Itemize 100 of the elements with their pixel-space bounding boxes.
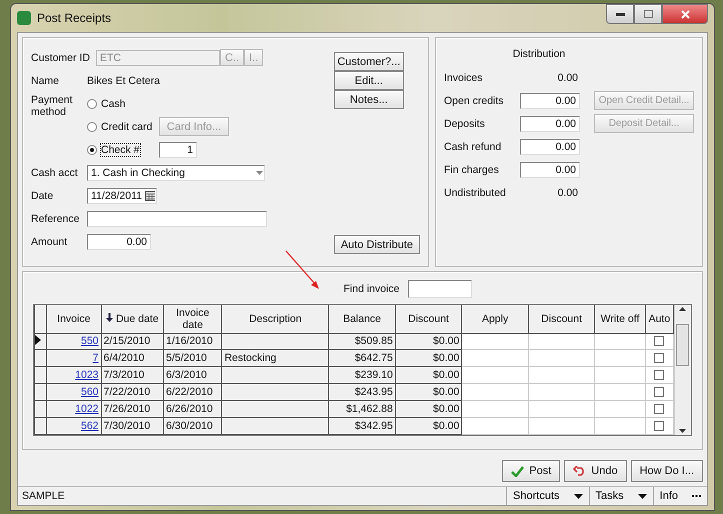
- date-field[interactable]: 11/28/2011: [87, 188, 157, 204]
- table-cell: $1,462.88: [328, 400, 396, 418]
- auto-checkbox[interactable]: [654, 387, 664, 398]
- table-cell: 7/22/2010: [101, 384, 164, 401]
- distribution-label: Open credits: [444, 94, 505, 106]
- distribution-field[interactable]: 0.00: [520, 116, 580, 132]
- invoice-link[interactable]: 1022: [75, 403, 99, 416]
- amount-field[interactable]: 0.00: [87, 234, 151, 250]
- status-menu[interactable]: Info: [652, 487, 707, 505]
- auto-checkbox[interactable]: [654, 370, 664, 380]
- column-header[interactable]: Invoice: [46, 305, 102, 333]
- row-indicator[interactable]: [34, 350, 47, 367]
- undo-arrow-icon: [573, 466, 586, 476]
- field-label: Payment method: [31, 94, 74, 118]
- sort-arrow-icon: [106, 312, 113, 322]
- table-cell: $239.10: [328, 366, 396, 384]
- payment-radio[interactable]: Cash: [87, 98, 159, 110]
- table-cell: 6/22/2010: [164, 384, 222, 401]
- field-label: Cash acct: [31, 166, 79, 178]
- close-button[interactable]: [662, 4, 708, 24]
- panel-title: Distribution: [512, 48, 566, 60]
- invoice-link[interactable]: 560: [80, 386, 99, 398]
- row-indicator[interactable]: [34, 418, 47, 434]
- column-header[interactable]: Write off: [594, 305, 646, 333]
- auto-checkbox[interactable]: [654, 353, 664, 364]
- distribution-field[interactable]: 0.00: [520, 162, 580, 178]
- column-header[interactable]: Invoice date: [164, 305, 222, 333]
- row-indicator[interactable]: [34, 366, 47, 384]
- auto-checkbox[interactable]: [654, 421, 664, 432]
- dropdown-arrow-icon: [256, 170, 263, 174]
- table-cell: 1/16/2010: [164, 333, 222, 350]
- row-indicator[interactable]: [34, 384, 47, 401]
- customer-action-button[interactable]: Notes...: [334, 90, 404, 109]
- action-button[interactable]: Post: [502, 460, 560, 482]
- current-row-icon: [36, 334, 41, 345]
- checkmark-icon: [511, 466, 524, 476]
- status-menu[interactable]: Shortcuts: [506, 487, 589, 505]
- reference-field[interactable]: [87, 210, 267, 226]
- maximize-button[interactable]: [634, 4, 662, 24]
- column-header[interactable]: Due date: [101, 305, 164, 333]
- minimize-button[interactable]: [606, 4, 634, 24]
- field-label: Amount: [31, 236, 68, 248]
- payment-radio[interactable]: Check #: [87, 144, 159, 156]
- status-text: SAMPLE: [21, 490, 66, 502]
- table-cell: $342.95: [328, 418, 396, 434]
- find-invoice-label: Find invoice: [343, 283, 400, 295]
- distribution-label: Deposits: [444, 118, 486, 130]
- column-header[interactable]: Apply: [462, 305, 528, 333]
- dropdown-arrow-icon: [574, 494, 583, 498]
- table-cell: $0.00: [395, 333, 462, 350]
- find-invoice-field[interactable]: [408, 280, 472, 298]
- pointer-arrow: [285, 250, 321, 290]
- table-cell: $243.95: [328, 384, 396, 401]
- row-indicator[interactable]: [34, 400, 47, 418]
- row-indicator[interactable]: [34, 333, 47, 350]
- table-cell: 7/3/2010: [101, 366, 164, 384]
- column-header[interactable]: Balance: [328, 305, 396, 333]
- table-cell: 7/26/2010: [101, 400, 164, 418]
- distribution-label: Invoices: [444, 72, 484, 84]
- table-cell: $509.85: [328, 333, 396, 350]
- scroll-down-icon[interactable]: [679, 429, 686, 433]
- column-header[interactable]: Discount: [395, 305, 462, 333]
- window-title: Post Receipts: [37, 11, 112, 25]
- maximize-icon: [644, 10, 652, 18]
- check-number-field[interactable]: 1: [159, 142, 197, 158]
- distribution-value: 0.00: [556, 72, 579, 84]
- distribution-label: Fin charges: [444, 164, 500, 176]
- distribution-field[interactable]: 0.00: [520, 138, 580, 154]
- status-menu[interactable]: Tasks: [588, 487, 653, 505]
- invoice-link[interactable]: 550: [80, 335, 99, 348]
- distribution-field[interactable]: 0.00: [520, 92, 580, 108]
- table-cell: 6/3/2010: [164, 366, 222, 384]
- customer-action-button[interactable]: Edit...: [334, 71, 404, 90]
- field-label: Reference: [31, 212, 80, 224]
- cash-account-dropdown[interactable]: 1. Cash in Checking: [87, 164, 265, 180]
- field-label: Date: [31, 190, 54, 202]
- scroll-up-icon[interactable]: [679, 307, 686, 311]
- payment-radio[interactable]: Credit card: [87, 120, 159, 132]
- field-label: Name: [31, 74, 60, 86]
- field-label: Customer ID: [31, 52, 90, 64]
- action-button[interactable]: Undo: [564, 460, 627, 482]
- action-button[interactable]: How Do I...: [630, 460, 703, 482]
- auto-checkbox[interactable]: [654, 404, 664, 414]
- column-header[interactable]: Description: [222, 305, 329, 333]
- vertical-scrollbar[interactable]: [674, 305, 690, 435]
- table-cell: $0.00: [395, 350, 462, 367]
- auto-distribute-button[interactable]: Auto Distribute: [334, 235, 420, 254]
- distribution-value: 0.00: [556, 186, 579, 198]
- auto-checkbox[interactable]: [654, 336, 664, 346]
- customer-action-button[interactable]: Customer?...: [334, 52, 404, 71]
- minimize-icon: [616, 12, 624, 16]
- table-cell: 5/5/2010: [164, 350, 222, 367]
- invoice-link[interactable]: 7: [92, 352, 99, 364]
- table-cell: 6/26/2010: [164, 400, 222, 418]
- column-header[interactable]: Discount: [528, 305, 595, 333]
- invoice-link[interactable]: 562: [80, 420, 99, 432]
- table-cell: $0.00: [395, 366, 462, 384]
- calendar-icon: [145, 190, 155, 200]
- invoice-link[interactable]: 1023: [75, 369, 99, 382]
- table-cell: $0.00: [395, 418, 462, 434]
